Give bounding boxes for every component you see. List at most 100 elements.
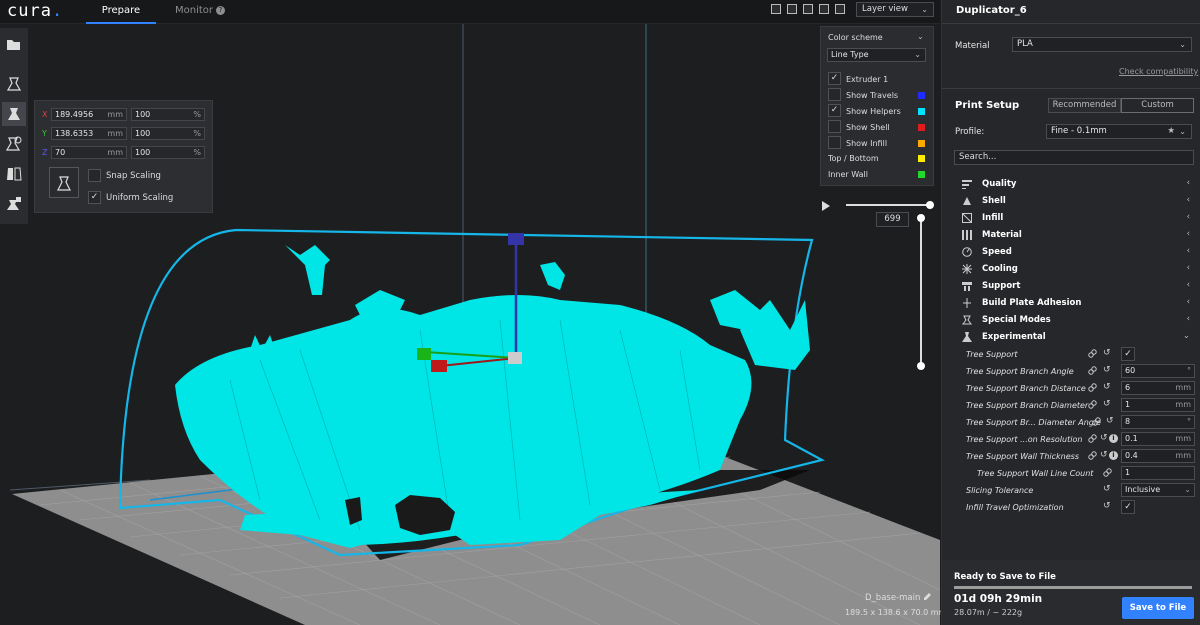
link-icon[interactable]: [1092, 417, 1101, 426]
link-icon[interactable]: [1088, 383, 1097, 392]
show-shell-checkbox[interactable]: [828, 120, 841, 133]
link-icon[interactable]: [1088, 434, 1097, 443]
snap-scaling-checkbox[interactable]: [88, 169, 101, 182]
category-experimental[interactable]: Experimental ⌄: [962, 330, 1192, 345]
build-viewport[interactable]: [0, 0, 940, 625]
view-top-icon[interactable]: [803, 4, 813, 14]
profile-select[interactable]: Fine - 0.1mm ★ ⌄: [1046, 124, 1192, 139]
extruder-1-checkbox[interactable]: ✓: [828, 72, 841, 85]
category-quality[interactable]: Quality ‹: [962, 177, 1192, 192]
link-icon[interactable]: [1103, 468, 1112, 477]
custom-mode-button[interactable]: Custom: [1121, 98, 1194, 113]
setting-value: 6: [1125, 383, 1131, 392]
check-compatibility-link[interactable]: Check compatibility: [1119, 67, 1198, 76]
move-tool-icon[interactable]: [2, 72, 26, 96]
reset-icon[interactable]: ↺: [1103, 399, 1111, 409]
link-icon[interactable]: [1088, 451, 1097, 460]
show-infill-checkbox[interactable]: [828, 136, 841, 149]
material-select[interactable]: PLA ⌄: [1012, 37, 1192, 52]
special-modes-icon: [962, 315, 972, 325]
path-slider-handle[interactable]: [926, 201, 934, 209]
branch-diameter-input[interactable]: 1 mm: [1121, 398, 1195, 412]
category-special-modes[interactable]: Special Modes ‹: [962, 313, 1192, 328]
rotate-tool-icon[interactable]: [2, 132, 26, 156]
star-icon[interactable]: ★: [1167, 125, 1175, 138]
info-icon[interactable]: i: [1109, 451, 1118, 460]
layer-slider[interactable]: [920, 218, 922, 366]
layer-slider-bottom-handle[interactable]: [917, 362, 925, 370]
per-model-settings-icon[interactable]: [2, 192, 26, 216]
play-icon[interactable]: [822, 201, 830, 211]
collision-resolution-input[interactable]: 0.1 mm: [1121, 432, 1195, 446]
scale-tool-icon[interactable]: [2, 102, 26, 126]
uniform-scaling-checkbox[interactable]: ✓: [88, 191, 101, 204]
y-axis-handle[interactable]: [417, 348, 431, 360]
scale-z-input[interactable]: 70 mm: [51, 146, 127, 159]
reset-scale-button[interactable]: [49, 167, 79, 198]
branch-diameter-angle-input[interactable]: 8 °: [1121, 415, 1195, 429]
uniform-scale-handle[interactable]: [508, 352, 522, 364]
wall-line-count-input[interactable]: 1: [1121, 466, 1195, 480]
view-mode-select[interactable]: Layer view ⌄: [856, 2, 934, 17]
category-build-plate-adhesion[interactable]: Build Plate Adhesion ‹: [962, 296, 1192, 311]
view-front-icon[interactable]: [787, 4, 797, 14]
link-icon[interactable]: [1088, 366, 1097, 375]
layer-path-slider[interactable]: [846, 204, 930, 206]
pencil-icon[interactable]: [923, 592, 932, 604]
reset-icon[interactable]: ↺: [1103, 365, 1111, 375]
layer-slider-top-handle[interactable]: [917, 214, 925, 222]
category-shell[interactable]: Shell ‹: [962, 194, 1192, 209]
link-icon[interactable]: [1088, 349, 1097, 358]
scale-x-percent-input[interactable]: 100%: [131, 108, 205, 121]
branch-angle-input[interactable]: 60 °: [1121, 364, 1195, 378]
reset-icon[interactable]: ↺: [1103, 501, 1111, 511]
recommended-mode-button[interactable]: Recommended: [1048, 98, 1121, 113]
top-bottom-swatch: [918, 155, 925, 162]
reset-icon[interactable]: ↺: [1103, 484, 1111, 494]
save-to-file-button[interactable]: Save to File: [1122, 597, 1194, 619]
info-icon[interactable]: i: [1109, 434, 1118, 443]
view-3d-icon[interactable]: [771, 4, 781, 14]
category-cooling[interactable]: Cooling ‹: [962, 262, 1192, 277]
scale-y-percent-input[interactable]: 100%: [131, 127, 205, 140]
scale-z-percent-input[interactable]: 100%: [131, 146, 205, 159]
open-file-icon[interactable]: [2, 32, 26, 56]
category-support[interactable]: Support ‹: [962, 279, 1192, 294]
scale-panel: X 189.4956 mm 100% Y 138.6353 mm 100% Z 70…: [34, 100, 213, 213]
category-material[interactable]: Material ‹: [962, 228, 1192, 243]
tab-monitor[interactable]: Monitor?: [160, 0, 240, 24]
reset-icon[interactable]: ↺: [1106, 416, 1114, 426]
slicing-tolerance-select[interactable]: Inclusive ⌄: [1121, 483, 1195, 497]
printer-name[interactable]: Duplicator_6: [956, 5, 1027, 16]
wall-thickness-input[interactable]: 0.4 mm: [1121, 449, 1195, 463]
x-axis-handle[interactable]: [431, 360, 447, 372]
category-infill[interactable]: Infill ‹: [962, 211, 1192, 226]
inner-wall-label: Inner Wall: [828, 170, 868, 179]
z-axis-handle[interactable]: [508, 233, 524, 245]
view-mode-value: Layer view: [862, 4, 908, 14]
settings-search-input[interactable]: Search...: [954, 150, 1194, 165]
scale-y-input[interactable]: 138.6353 mm: [51, 127, 127, 140]
view-left-icon[interactable]: [819, 4, 829, 14]
tree-support-checkbox[interactable]: ✓: [1121, 347, 1135, 361]
scale-x-input[interactable]: 189.4956 mm: [51, 108, 127, 121]
show-travels-checkbox[interactable]: [828, 88, 841, 101]
show-helpers-checkbox[interactable]: ✓: [828, 104, 841, 117]
setting-label: Tree Support Br... Diameter Angle: [966, 418, 1101, 427]
mirror-tool-icon[interactable]: [2, 162, 26, 186]
show-infill-label: Show Infill: [846, 139, 888, 148]
reset-icon[interactable]: ↺: [1100, 433, 1108, 443]
reset-icon[interactable]: ↺: [1100, 450, 1108, 460]
layer-number-input[interactable]: 699: [876, 212, 909, 227]
help-icon[interactable]: ?: [216, 6, 225, 15]
reset-icon[interactable]: ↺: [1103, 382, 1111, 392]
link-icon[interactable]: [1088, 400, 1097, 409]
category-speed[interactable]: Speed ‹: [962, 245, 1192, 260]
setting-value: 8: [1125, 417, 1131, 426]
reset-icon[interactable]: ↺: [1103, 348, 1111, 358]
color-scheme-select[interactable]: Line Type ⌄: [827, 48, 926, 62]
view-right-icon[interactable]: [835, 4, 845, 14]
infill-travel-checkbox[interactable]: ✓: [1121, 500, 1135, 514]
branch-distance-input[interactable]: 6 mm: [1121, 381, 1195, 395]
tab-prepare[interactable]: Prepare: [86, 0, 156, 24]
